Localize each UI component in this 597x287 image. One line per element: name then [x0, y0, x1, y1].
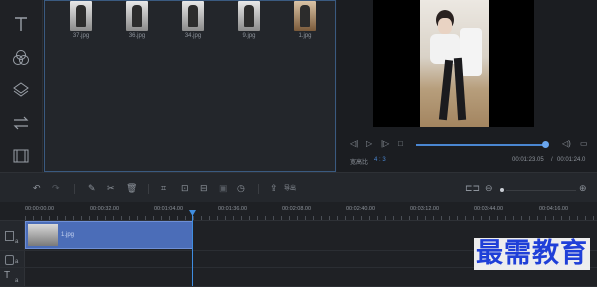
current-time: 00:01:23.05: [512, 157, 544, 163]
mosaic-icon[interactable]: ▣: [219, 184, 228, 193]
track-header: T a: [0, 268, 25, 286]
volume-icon[interactable]: ◁): [562, 140, 571, 148]
media-thumbnail: [238, 1, 260, 31]
media-thumbnail: [70, 1, 92, 31]
preview-image: [420, 0, 489, 127]
time-separator: /: [551, 157, 553, 163]
split-icon[interactable]: ⊟: [200, 184, 208, 193]
total-time: 00:01:24.0: [557, 157, 586, 163]
track-header: a: [0, 251, 25, 267]
clip-label: 1.jpg: [61, 232, 75, 238]
toolbar-divider: [148, 184, 149, 194]
track-lock-icon[interactable]: a: [15, 278, 18, 284]
fullscreen-icon[interactable]: ▭: [580, 140, 588, 148]
duration-icon[interactable]: ◷: [237, 184, 245, 193]
zoom-slider-handle[interactable]: [500, 188, 504, 192]
ruler-tick-label: 00:00:32.00: [90, 206, 120, 212]
media-item[interactable]: 34.jpg: [173, 1, 213, 39]
toolbar-divider: [258, 184, 259, 194]
resize-icon[interactable]: ⊡: [181, 184, 189, 193]
export-button[interactable]: 导出: [284, 186, 296, 192]
ruler-tick-label: 00:00:00.00: [25, 206, 55, 212]
media-thumbnail: [294, 1, 316, 31]
media-item-label: 9.jpg: [242, 33, 256, 39]
track-header: a: [0, 221, 25, 250]
aspect-ratio-label: 宽高比: [350, 160, 369, 166]
transition-tool-icon[interactable]: [11, 113, 31, 133]
toolbar-divider: [74, 184, 75, 194]
playhead[interactable]: [192, 212, 193, 286]
clip-thumbnail: [28, 224, 58, 246]
step-forward-button[interactable]: |▷: [381, 140, 389, 148]
delete-icon[interactable]: 🗑: [126, 184, 137, 193]
media-item-label: 37.jpg: [72, 33, 90, 39]
play-button[interactable]: ▷: [366, 140, 372, 148]
preview-screen: [373, 0, 534, 127]
media-item[interactable]: 36.jpg: [117, 1, 157, 39]
ruler-tick-label: 00:01:36.00: [218, 206, 248, 212]
text-track-icon: T: [4, 270, 11, 281]
redo-icon[interactable]: ↷: [52, 184, 60, 193]
ruler-tick-label: 00:02:08.00: [282, 206, 312, 212]
tool-rail: [0, 0, 43, 172]
text-tool-icon[interactable]: [11, 14, 31, 34]
edit-icon[interactable]: ✎: [88, 184, 96, 193]
media-item-label: 34.jpg: [184, 33, 202, 39]
undo-icon[interactable]: ↶: [33, 184, 41, 193]
zoom-in-icon[interactable]: ⊕: [579, 184, 587, 193]
media-item-label: 36.jpg: [128, 33, 146, 39]
overlay-tool-icon[interactable]: [11, 80, 31, 100]
ruler-tick-label: 00:02:40.00: [346, 206, 376, 212]
track-lock-icon[interactable]: a: [15, 239, 18, 245]
ruler-ticks: [25, 216, 597, 220]
timeline-ruler[interactable]: 00:00:00.00 00:00:32.00 00:01:04.00 00:0…: [0, 202, 597, 221]
track-lock-icon[interactable]: a: [15, 259, 18, 265]
text-track: T a: [0, 268, 597, 287]
track-visibility-icon[interactable]: [5, 255, 14, 265]
ruler-tick-label: 00:03:12.00: [410, 206, 440, 212]
stop-button[interactable]: □: [398, 140, 403, 148]
media-library-panel: 37.jpg 36.jpg 34.jpg 9.jpg 1.jpg: [44, 0, 336, 172]
export-icon[interactable]: ⇪: [270, 184, 278, 193]
cut-icon[interactable]: ✂: [107, 184, 115, 193]
watermark-logo: 最需教育: [474, 238, 590, 270]
zoom-out-icon[interactable]: ⊖: [485, 184, 493, 193]
track-visibility-icon[interactable]: [5, 231, 14, 241]
film-tool-icon[interactable]: [11, 146, 31, 166]
media-item[interactable]: 37.jpg: [61, 1, 101, 39]
crop-icon[interactable]: ⌗: [161, 184, 166, 193]
playback-progress-bar[interactable]: [416, 144, 546, 146]
media-thumbnail: [126, 1, 148, 31]
ruler-tick-label: 00:03:44.00: [474, 206, 504, 212]
aspect-ratio-value[interactable]: 4 : 3: [374, 157, 386, 163]
media-thumbnail: [182, 1, 204, 31]
media-item[interactable]: 9.jpg: [229, 1, 269, 39]
zoom-slider[interactable]: [506, 190, 576, 191]
ruler-tick-label: 00:04:16.00: [539, 206, 569, 212]
ruler-tick-label: 00:01:04.00: [154, 206, 184, 212]
filter-tool-icon[interactable]: [11, 48, 31, 68]
timeline-toolbar: ↶ ↷ ✎ ✂ 🗑 ⌗ ⊡ ⊟ ▣ ◷ ⇪ 导出 ⊏⊐ ⊖ ⊕: [0, 172, 597, 203]
media-item[interactable]: 1.jpg: [285, 1, 325, 39]
playback-progress-handle[interactable]: [542, 141, 549, 148]
media-item-label: 1.jpg: [298, 33, 312, 39]
fit-timeline-icon[interactable]: ⊏⊐: [465, 184, 480, 193]
timeline-clip[interactable]: 1.jpg: [25, 221, 193, 249]
step-back-button[interactable]: ◁|: [350, 140, 358, 148]
